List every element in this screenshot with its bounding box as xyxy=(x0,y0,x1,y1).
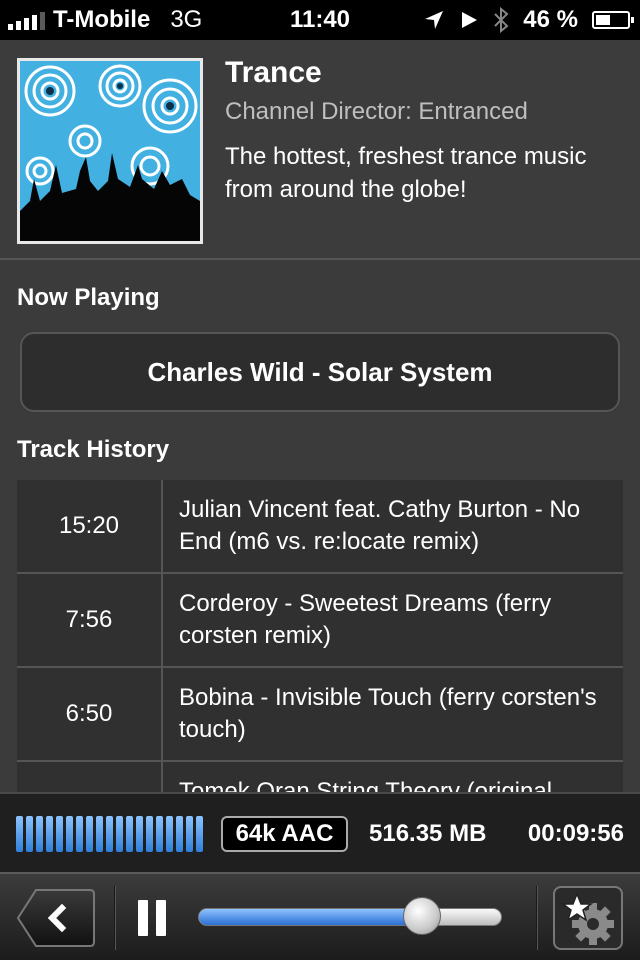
battery-percent: 46 % xyxy=(523,6,578,33)
channel-artwork xyxy=(17,58,203,244)
track-name: Corderoy - Sweetest Dreams (ferry corste… xyxy=(163,574,623,666)
data-used: 516.35 MB xyxy=(369,820,487,847)
pause-icon[interactable] xyxy=(138,900,166,936)
track-history-table[interactable]: 15:20 Julian Vincent feat. Cathy Burton … xyxy=(17,480,623,792)
track-time xyxy=(17,762,163,792)
track-name: Julian Vincent feat. Cathy Burton - No E… xyxy=(163,480,623,572)
player-controls xyxy=(0,872,640,960)
now-playing-heading: Now Playing xyxy=(17,284,160,311)
track-time: 7:56 xyxy=(17,574,163,666)
back-chevron-icon[interactable] xyxy=(16,888,96,948)
channel-description: The hottest, freshest trance music from … xyxy=(225,143,587,203)
table-row[interactable]: 7:56 Corderoy - Sweetest Dreams (ferry c… xyxy=(17,574,623,668)
channel-director: Channel Director: Entranced xyxy=(225,98,528,125)
table-row[interactable]: 15:20 Julian Vincent feat. Cathy Burton … xyxy=(17,480,623,574)
location-arrow-icon xyxy=(425,11,444,29)
stream-info-bar: 64k AAC 516.35 MB 00:09:56 xyxy=(0,792,640,872)
carrier-name: T-Mobile xyxy=(53,6,151,33)
stream-format-badge: 64k AAC xyxy=(221,816,348,852)
table-row[interactable]: 6:50 Bobina - Invisible Touch (ferry cor… xyxy=(17,668,623,762)
status-bar: T-Mobile 3G 11:40 46 % xyxy=(0,0,640,40)
elapsed-time: 00:09:56 xyxy=(527,820,624,847)
track-name: Bobina - Invisible Touch (ferry corsten'… xyxy=(163,668,623,760)
battery-icon xyxy=(592,11,634,29)
now-playing-track[interactable]: Charles Wild - Solar System xyxy=(20,332,620,412)
star-gear-settings-icon[interactable] xyxy=(553,886,623,950)
signal-level-meter xyxy=(16,816,203,852)
track-time: 15:20 xyxy=(17,480,163,572)
bluetooth-icon xyxy=(494,7,509,33)
channel-header: Trance Channel Director: Entranced The h… xyxy=(0,40,640,260)
network-type: 3G xyxy=(170,6,203,33)
control-divider xyxy=(114,886,116,950)
track-time: 6:50 xyxy=(17,668,163,760)
volume-slider[interactable] xyxy=(198,897,502,935)
control-divider xyxy=(536,886,538,950)
play-triangle-icon xyxy=(462,12,478,28)
track-history-heading: Track History xyxy=(17,436,170,463)
channel-title: Trance xyxy=(225,56,322,89)
table-row[interactable]: Tomek Oran String Theory (original xyxy=(17,762,623,792)
track-name: Tomek Oran String Theory (original xyxy=(163,762,623,792)
signal-bars-icon xyxy=(8,10,45,30)
volume-slider-thumb[interactable] xyxy=(403,897,442,935)
